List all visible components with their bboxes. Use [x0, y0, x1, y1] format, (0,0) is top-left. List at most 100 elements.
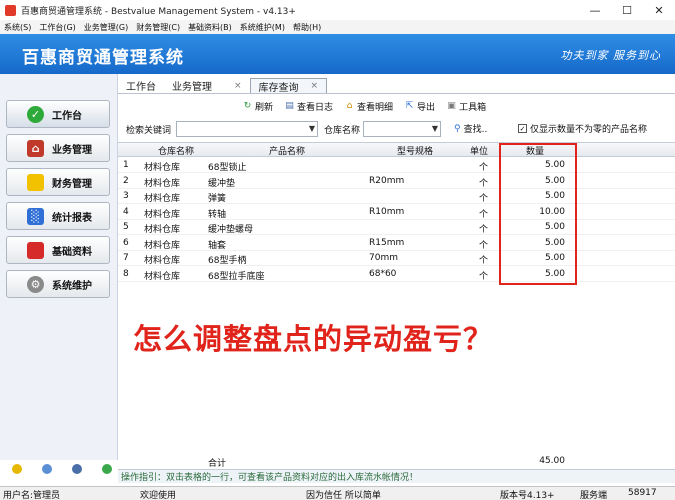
column-header[interactable]: 产品名称	[242, 144, 332, 157]
refresh-icon: ↻	[243, 101, 252, 111]
product-cell: 轴套	[208, 241, 227, 251]
status-welcome: 欢迎使用	[140, 491, 177, 500]
refresh-button[interactable]: ↻ 刷新	[242, 100, 273, 113]
toolbox-button[interactable]: ▣ 工具箱	[446, 100, 486, 113]
find-button[interactable]: ⚲ 查找..	[454, 122, 487, 136]
table-row[interactable]: 3 材料仓库 弹簧 个 5.00	[118, 189, 675, 204]
clock-icon[interactable]	[42, 464, 52, 474]
product-cell: 缓冲垫螺母	[208, 225, 254, 235]
menu-system[interactable]: 系统(S)	[4, 22, 31, 33]
view-detail-label: 查看明细	[357, 102, 394, 113]
view-detail-button[interactable]: ⌂ 查看明细	[344, 100, 393, 113]
warehouse-label: 仓库名称	[324, 126, 361, 136]
menu-business[interactable]: 业务管理(G)	[84, 22, 128, 33]
model-cell: R10mm	[369, 207, 405, 217]
export-icon: ⇱	[405, 101, 414, 111]
chevron-down-icon[interactable]: ▼	[432, 124, 438, 133]
status-service-value: 58917	[628, 488, 657, 498]
minimize-icon[interactable]: —	[579, 0, 611, 20]
lock-icon[interactable]	[12, 464, 22, 474]
sidebar-item-basic-data[interactable]: 基础资料	[6, 236, 110, 264]
sidebar-item-business[interactable]: ⌂ 业务管理	[6, 134, 110, 162]
sidebar-quick-icons	[12, 464, 112, 478]
home-icon: ⌂	[346, 101, 353, 111]
close-icon[interactable]: ×	[311, 81, 319, 91]
sidebar-item-maintenance[interactable]: ⚙ 系统维护	[6, 270, 110, 298]
sidebar-item-label: 财务管理	[52, 178, 92, 190]
menu-workbench[interactable]: 工作台(G)	[39, 22, 75, 33]
menu-maintenance[interactable]: 系统维护(M)	[240, 22, 285, 33]
sidebar-item-reports[interactable]: ░ 统计报表	[6, 202, 110, 230]
menu-help[interactable]: 帮助(H)	[293, 22, 321, 33]
table-row[interactable]: 2 材料仓库 缓冲垫 R20mm 个 5.00	[118, 174, 675, 189]
chevron-down-icon[interactable]: ▼	[309, 124, 315, 133]
unit-cell: 个	[479, 241, 489, 251]
unit-cell: 个	[479, 225, 489, 235]
table-row[interactable]: 7 材料仓库 68型手柄 70mm 个 5.00	[118, 251, 675, 266]
refresh-label: 刷新	[255, 102, 274, 113]
tab-label: 业务管理	[172, 82, 212, 93]
status-version: 版本号4.13+	[500, 491, 555, 500]
table-row[interactable]: 8 材料仓库 68型拉手底座 68*60 个 5.00	[118, 267, 675, 282]
table-row[interactable]: 6 材料仓库 轴套 R15mm 个 5.00	[118, 236, 675, 251]
maximize-icon[interactable]: ☐	[611, 0, 643, 20]
total-value: 45.00	[539, 456, 565, 466]
model-cell: 68*60	[369, 269, 397, 279]
product-cell: 弹簧	[208, 194, 227, 204]
unit-cell: 个	[479, 163, 489, 173]
sidebar-item-label: 工作台	[52, 110, 82, 122]
model-cell: 70mm	[369, 253, 398, 263]
hint-text: 操作指引：双击表格的一行，可查看该产品资料对应的出入库流水帐情况！	[121, 473, 419, 483]
hint-bar: 操作指引：双击表格的一行，可查看该产品资料对应的出入库流水帐情况！	[118, 469, 675, 483]
warehouse-cell: 材料仓库	[144, 179, 181, 189]
product-cell: 转轴	[208, 210, 227, 220]
table-row[interactable]: 1 材料仓库 68型锁止 个 5.00	[118, 158, 675, 173]
column-header[interactable]: 仓库名称	[146, 144, 206, 157]
view-log-label: 查看日志	[297, 102, 334, 113]
help-icon[interactable]	[102, 464, 112, 474]
inventory-table: 仓库名称 产品名称 型号规格 单位 数量 1 材料仓库 68型锁止 个 5.00…	[118, 142, 675, 469]
checkbox-checked-icon[interactable]: ✓	[518, 124, 527, 133]
total-label: 合计	[208, 459, 227, 469]
sidebar-item-finance[interactable]: 财务管理	[6, 168, 110, 196]
tab-workbench[interactable]: 工作台	[118, 78, 164, 93]
menu-bar: 系统(S) 工作台(G) 业务管理(G) 财务管理(C) 基础资料(B) 系统维…	[0, 20, 675, 34]
close-icon[interactable]: ✕	[643, 0, 675, 20]
warehouse-cell: 材料仓库	[144, 256, 181, 266]
view-log-button[interactable]: ▤ 查看日志	[284, 100, 333, 113]
table-row[interactable]: 5 材料仓库 缓冲垫螺母 个 5.00	[118, 220, 675, 235]
window-controls: — ☐ ✕	[579, 0, 675, 20]
model-cell: R20mm	[369, 176, 405, 186]
sidebar-item-label: 统计报表	[52, 212, 92, 224]
book-icon	[27, 241, 44, 259]
search-row: 检索关键词 ▼ 仓库名称 ▼ ⚲ 查找.. ✓ 仅显示数量不为零的产品名称	[118, 120, 675, 138]
row-number: 4	[123, 207, 129, 217]
warehouse-cell: 材料仓库	[144, 241, 181, 251]
overlay-question-text: 怎么调整盘点的异动盈亏？	[133, 322, 494, 356]
table-header: 仓库名称 产品名称 型号规格 单位 数量	[118, 143, 675, 157]
calculator-icon[interactable]	[72, 464, 82, 474]
export-label: 导出	[417, 102, 436, 113]
warehouse-select[interactable]: ▼	[363, 121, 441, 137]
table-row[interactable]: 4 材料仓库 转轴 R10mm 个 10.00	[118, 205, 675, 220]
nonzero-filter-checkbox[interactable]: ✓ 仅显示数量不为零的产品名称	[518, 122, 647, 135]
brand-title: 百惠商贸通管理系统	[22, 48, 184, 68]
menu-basic-data[interactable]: 基础资料(B)	[188, 22, 232, 33]
table-total-row: 合计 45.00	[118, 456, 675, 469]
product-cell: 68型锁止	[208, 163, 247, 173]
tab-label: 工作台	[126, 82, 156, 93]
unit-cell: 个	[479, 272, 489, 282]
row-number: 5	[123, 222, 129, 232]
sidebar-item-label: 系统维护	[52, 280, 92, 292]
close-icon[interactable]: ×	[234, 81, 242, 91]
column-header[interactable]: 单位	[464, 144, 494, 157]
tab-inventory-query[interactable]: 库存查询 ×	[249, 78, 328, 94]
menu-finance[interactable]: 财务管理(C)	[136, 22, 180, 33]
row-number: 2	[123, 176, 129, 186]
keyword-input[interactable]: ▼	[176, 121, 318, 137]
sidebar-item-workbench[interactable]: ✓ 工作台	[6, 100, 110, 128]
tab-business[interactable]: 业务管理 ×	[164, 78, 250, 94]
column-header[interactable]: 型号规格	[380, 144, 450, 157]
export-button[interactable]: ⇱ 导出	[404, 100, 435, 113]
toolbox-icon: ▣	[447, 101, 456, 111]
